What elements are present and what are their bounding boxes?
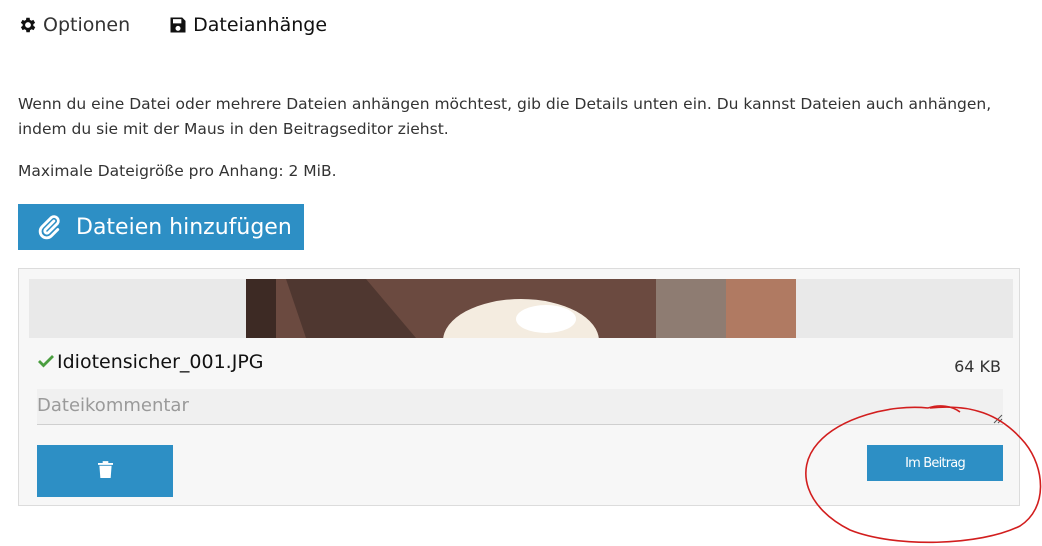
- insert-inline-button[interactable]: Im Beitrag: [867, 445, 1003, 481]
- delete-attachment-button[interactable]: [37, 445, 173, 497]
- max-size-text: Maximale Dateigröße pro Anhang: 2 MiB.: [18, 162, 337, 180]
- tab-attachments[interactable]: Dateianhänge: [168, 14, 327, 36]
- attachment-size: 64 KB: [954, 357, 1001, 376]
- attachment-filename: Idiotensicher_001.JPG: [37, 351, 264, 373]
- floppy-disk-icon: [168, 15, 188, 35]
- tab-attachments-label: Dateianhänge: [193, 14, 328, 36]
- attachment-thumbnail: [246, 279, 796, 338]
- check-icon: [37, 353, 55, 371]
- add-files-label: Dateien hinzufügen: [76, 214, 292, 240]
- gear-icon: [18, 15, 38, 35]
- tab-options[interactable]: Optionen: [18, 14, 130, 36]
- paperclip-icon: [36, 214, 62, 240]
- intro-text: Wenn du eine Datei oder mehrere Dateien …: [18, 95, 992, 138]
- attachment-card: Idiotensicher_001.JPG 64 KB Im Beitrag: [18, 268, 1020, 506]
- attachment-filename-text: Idiotensicher_001.JPG: [57, 351, 264, 373]
- attachment-preview[interactable]: [29, 279, 1013, 338]
- tab-options-label: Optionen: [43, 14, 131, 36]
- tab-bar: Optionen Dateianhänge: [18, 14, 327, 36]
- trash-icon: [97, 461, 113, 481]
- add-files-button[interactable]: Dateien hinzufügen: [18, 204, 304, 250]
- file-comment-input[interactable]: [37, 389, 1003, 425]
- resize-grip-icon[interactable]: [993, 414, 1003, 424]
